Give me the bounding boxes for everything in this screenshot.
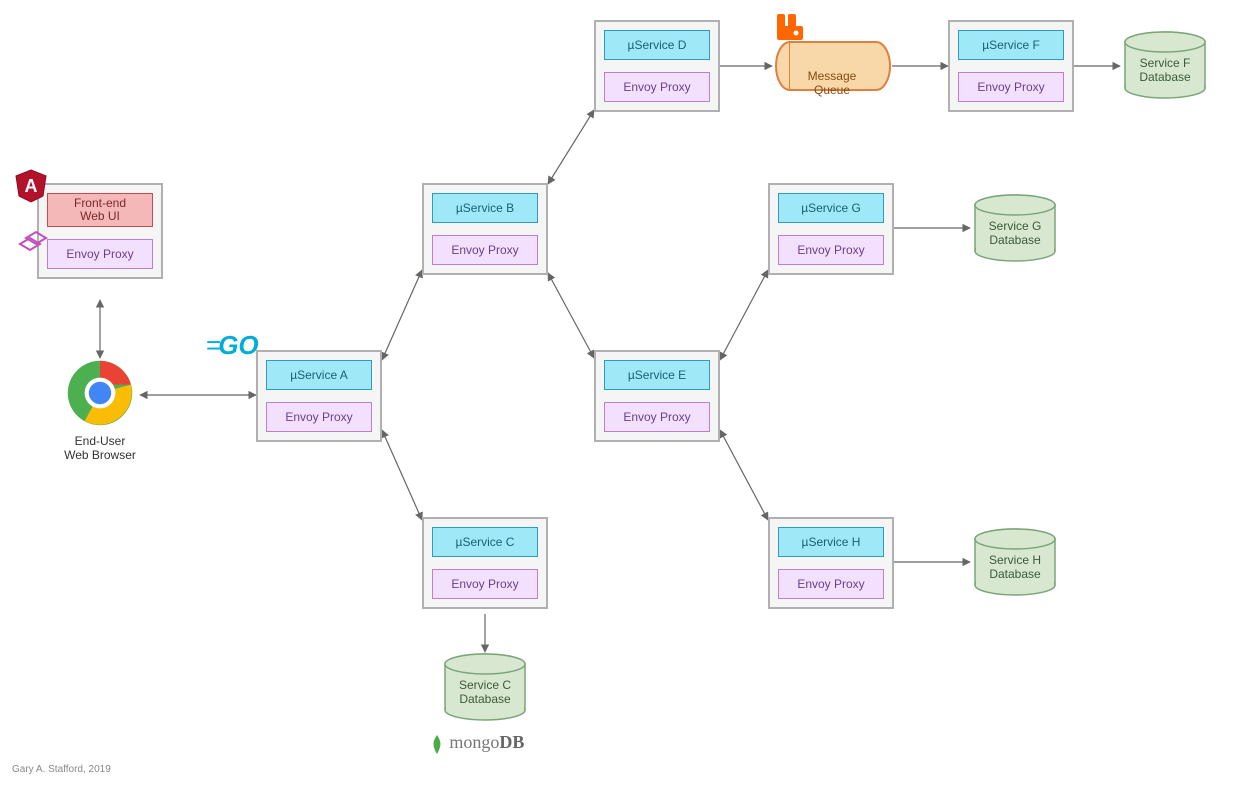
database-f-label: Service F Database	[1120, 56, 1210, 85]
service-b-label: µService B	[456, 201, 514, 215]
golang-icon: =GO	[206, 330, 259, 361]
service-f-label: µService F	[982, 38, 1040, 52]
service-h-proxy-label: Envoy Proxy	[797, 577, 864, 591]
angular-icon: A	[14, 168, 48, 204]
service-c-proxy-box: Envoy Proxy	[432, 569, 538, 599]
service-e-box: µService E	[604, 360, 710, 390]
chrome-icon	[65, 358, 135, 428]
service-d-label: µService D	[628, 38, 687, 52]
service-b-box: µService B	[432, 193, 538, 223]
mongodb-logo: mongoDB	[428, 732, 524, 756]
service-a-proxy-label: Envoy Proxy	[285, 410, 352, 424]
service-g-pod: µService G Envoy Proxy	[768, 183, 894, 275]
service-d-box: µService D	[604, 30, 710, 60]
service-h-pod: µService H Envoy Proxy	[768, 517, 894, 609]
service-g-box: µService G	[778, 193, 884, 223]
rabbitmq-icon	[775, 12, 805, 42]
frontend-proxy-box: Envoy Proxy	[47, 239, 153, 269]
service-f-proxy-box: Envoy Proxy	[958, 72, 1064, 102]
service-c-box: µService C	[432, 527, 538, 557]
database-f-node: Service F Database	[1120, 30, 1210, 85]
database-g-label: Service G Database	[970, 219, 1060, 248]
service-a-pod: µService A Envoy Proxy	[256, 350, 382, 442]
service-f-box: µService F	[958, 30, 1064, 60]
message-queue-label: Message Queue	[808, 69, 857, 97]
service-a-label: µService A	[290, 368, 348, 382]
service-f-proxy-label: Envoy Proxy	[977, 80, 1044, 94]
database-h-node: Service H Database	[970, 527, 1060, 582]
service-a-box: µService A	[266, 360, 372, 390]
frontend-webui-label: Front-end Web UI	[74, 197, 126, 223]
service-d-proxy-label: Envoy Proxy	[623, 80, 690, 94]
service-d-proxy-box: Envoy Proxy	[604, 72, 710, 102]
service-e-proxy-box: Envoy Proxy	[604, 402, 710, 432]
service-e-proxy-label: Envoy Proxy	[623, 410, 690, 424]
service-h-label: µService H	[802, 535, 861, 549]
frontend-pod: Front-end Web UI Envoy Proxy	[37, 183, 163, 279]
service-h-proxy-box: Envoy Proxy	[778, 569, 884, 599]
service-a-proxy-box: Envoy Proxy	[266, 402, 372, 432]
credit-text: Gary A. Stafford, 2019	[12, 764, 111, 775]
service-b-proxy-box: Envoy Proxy	[432, 235, 538, 265]
envoy-icon	[14, 228, 48, 258]
service-c-label: µService C	[456, 535, 515, 549]
service-e-label: µService E	[628, 368, 686, 382]
service-e-pod: µService E Envoy Proxy	[594, 350, 720, 442]
database-c-label: Service C Database	[440, 678, 530, 707]
service-g-proxy-box: Envoy Proxy	[778, 235, 884, 265]
database-h-label: Service H Database	[970, 553, 1060, 582]
service-c-pod: µService C Envoy Proxy	[422, 517, 548, 609]
service-f-pod: µService F Envoy Proxy	[948, 20, 1074, 112]
message-queue-node: Message Queue	[772, 38, 892, 139]
browser-node: End-User Web Browser	[48, 358, 152, 462]
database-g-node: Service G Database	[970, 193, 1060, 248]
frontend-webui-box: Front-end Web UI	[47, 193, 153, 227]
svg-text:A: A	[25, 176, 38, 196]
service-h-box: µService H	[778, 527, 884, 557]
service-g-proxy-label: Envoy Proxy	[797, 243, 864, 257]
service-d-pod: µService D Envoy Proxy	[594, 20, 720, 112]
mongodb-text: mongoDB	[449, 732, 524, 752]
service-c-proxy-label: Envoy Proxy	[451, 577, 518, 591]
service-g-label: µService G	[801, 201, 861, 215]
frontend-proxy-label: Envoy Proxy	[66, 247, 133, 261]
database-c-node: Service C Database	[440, 652, 530, 707]
browser-label: End-User Web Browser	[48, 434, 152, 462]
mongodb-leaf-icon	[428, 734, 446, 756]
service-b-pod: µService B Envoy Proxy	[422, 183, 548, 275]
service-b-proxy-label: Envoy Proxy	[451, 243, 518, 257]
